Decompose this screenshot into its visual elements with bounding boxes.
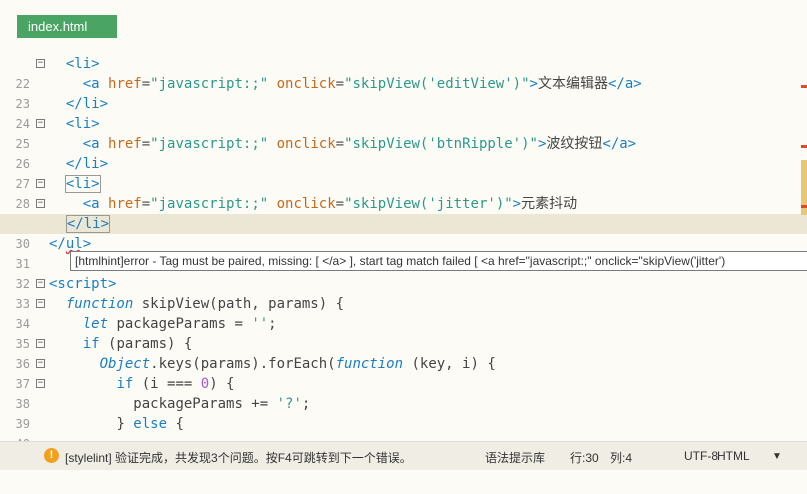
code-line: 38 − if (i === 0) {: [0, 374, 807, 411]
warning-icon[interactable]: !: [44, 448, 59, 463]
code-text: <li>: [65, 116, 100, 132]
fold-toggle-icon[interactable]: −: [36, 359, 45, 368]
code-line: 26 <a href="javascript:;" onclick="skipV…: [0, 134, 807, 171]
code-text: if (params) {: [82, 336, 193, 352]
code-text: <li>: [65, 56, 100, 72]
fold-toggle-icon[interactable]: −: [36, 299, 45, 308]
code-text: <script>: [49, 276, 117, 292]
code-text: if (i === 0) {: [116, 376, 235, 392]
code-line: 28 − <li>: [0, 174, 807, 211]
fold-toggle-icon[interactable]: −: [36, 339, 45, 348]
code-line: 24 </li>: [0, 94, 807, 131]
code-text: packageParams += '?';: [133, 396, 311, 412]
code-text: <li>: [64, 175, 101, 193]
code-text: <a href="javascript:;" onclick="skipView…: [82, 196, 578, 212]
code-text: </li>: [65, 96, 109, 112]
tab-bar: index.html: [0, 0, 807, 50]
code-line: 36 − if (params) {: [0, 334, 807, 371]
chevron-down-icon[interactable]: ▼: [772, 451, 782, 462]
code-line: 37 − Object.keys(params).forEach(functio…: [0, 354, 807, 391]
code-line: 34 − function skipView(path, params) {: [0, 294, 807, 331]
code-text: let packageParams = '';: [82, 316, 277, 332]
tab-index-html[interactable]: index.html: [17, 15, 117, 38]
cursor-col: 列:4: [610, 451, 633, 465]
code-text: function skipView(path, params) {: [65, 296, 345, 312]
lint-message[interactable]: [stylelint] 验证完成，共发现3个问题。按F4可跳转到下一个错误。: [65, 449, 412, 466]
status-bar: ! [stylelint] 验证完成，共发现3个问题。按F4可跳转到下一个错误。…: [0, 441, 807, 470]
code-text: } else {: [116, 416, 184, 432]
code-line: 33 − <script>: [0, 274, 807, 311]
fold-toggle-icon[interactable]: −: [36, 199, 45, 208]
error-marker[interactable]: [801, 85, 807, 88]
code-line: 23 <a href="javascript:;" onclick="skipV…: [0, 74, 807, 111]
fold-toggle-icon[interactable]: −: [36, 279, 45, 288]
lint-tooltip: [htmlhint]error - Tag must be paired, mi…: [70, 251, 807, 271]
fold-toggle-icon[interactable]: −: [36, 59, 45, 68]
fold-toggle-icon[interactable]: −: [36, 179, 45, 188]
error-marker[interactable]: [801, 205, 807, 208]
language-mode[interactable]: HTML: [717, 449, 750, 463]
code-text: </li>: [65, 215, 111, 233]
hint-library[interactable]: 语法提示库: [485, 449, 545, 466]
code-line: 40 } else {: [0, 414, 807, 451]
code-editor[interactable]: 22 − <li> 23 <a href="javascript:;" oncl…: [0, 54, 807, 451]
fold-toggle-icon[interactable]: −: [36, 379, 45, 388]
code-line: 25 − <li>: [0, 114, 807, 151]
code-line-current: 30 </li>: [0, 214, 807, 251]
code-text: </li>: [65, 156, 109, 172]
error-marker[interactable]: [801, 145, 807, 148]
code-text: Object.keys(params).forEach(function (ke…: [99, 356, 496, 372]
code-line: 29 − <a href="javascript:;" onclick="ski…: [0, 194, 807, 231]
code-text: <a href="javascript:;" onclick="skipView…: [82, 76, 642, 92]
code-line: 35 let packageParams = '';: [0, 314, 807, 351]
code-line: 27 </li>: [0, 154, 807, 191]
code-line: 39 packageParams += '?';: [0, 394, 807, 431]
fold-toggle-icon[interactable]: −: [36, 119, 45, 128]
code-text: <a href="javascript:;" onclick="skipView…: [82, 136, 637, 152]
code-line: 22 − <li>: [0, 54, 807, 91]
encoding[interactable]: UTF-8: [684, 449, 718, 463]
cursor-row: 行:30: [570, 451, 599, 465]
